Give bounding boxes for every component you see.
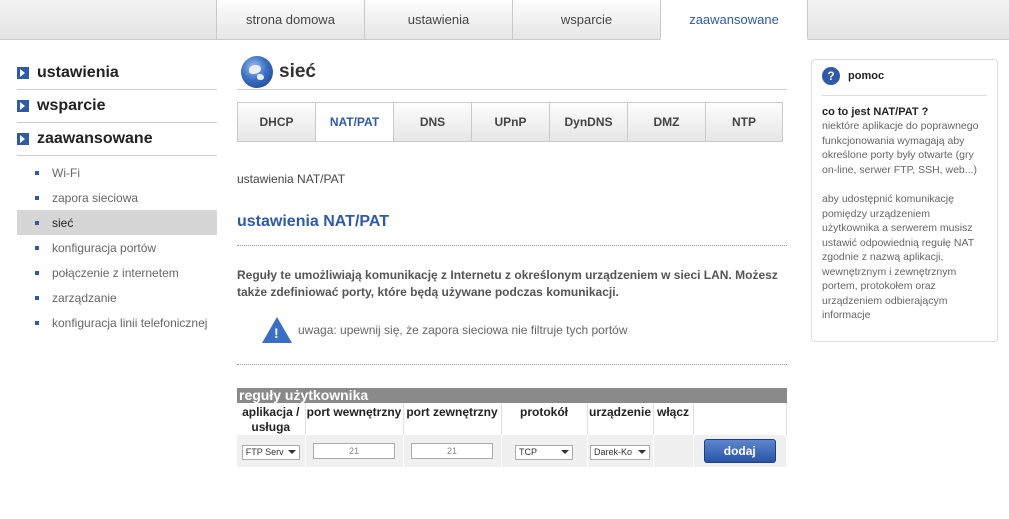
arrow-square-icon	[17, 133, 29, 145]
sidebar-item-internet-connection[interactable]: połączenie z internetem	[17, 260, 217, 285]
main-content: sieć DHCP NAT/PAT DNS UPnP DynDNS DMZ NT…	[237, 55, 787, 467]
arrow-square-icon	[17, 100, 29, 112]
add-button[interactable]: dodaj	[703, 439, 776, 463]
rules-table-title: reguły użytkownika	[237, 388, 787, 403]
sidebar: ustawienia wsparcie zaawansowane Wi-Fi z…	[17, 57, 217, 335]
sidebar-section-label: zaawansowane	[37, 130, 153, 147]
sidebar-section-settings[interactable]: ustawienia	[17, 57, 217, 90]
sidebar-item-label: zapora sieciowa	[52, 190, 139, 205]
help-paragraph: niektóre aplikacje do poprawnego funkcjo…	[822, 120, 979, 176]
sidebar-item-firewall[interactable]: zapora sieciowa	[17, 185, 217, 210]
subtab-dhcp[interactable]: DHCP	[237, 102, 315, 142]
device-select[interactable]: Darek-Ko	[590, 444, 650, 460]
help-panel: ? pomoc co to jest NAT/PAT ? niektóre ap…	[811, 59, 998, 342]
tab-home[interactable]: strona domowa	[216, 0, 364, 40]
chevron-down-icon	[638, 450, 646, 454]
tab-advanced[interactable]: zaawansowane	[660, 0, 808, 40]
sidebar-item-management[interactable]: zarządzanie	[17, 285, 217, 310]
external-port-input[interactable]: 21	[411, 443, 493, 459]
bullet-icon	[35, 270, 39, 275]
sidebar-subitems: Wi-Fi zapora sieciowa sieć konfiguracja …	[17, 160, 217, 335]
subtab-dns[interactable]: DNS	[393, 102, 471, 142]
chevron-down-icon	[561, 450, 569, 454]
enable-cell	[653, 435, 694, 467]
table-header-row: aplikacja / usługa port wewnętrzny port …	[237, 403, 787, 435]
main-nav: strona domowa ustawienia wsparcie zaawan…	[216, 0, 808, 40]
bullet-icon	[35, 195, 39, 200]
col-header-app: aplikacja / usługa	[237, 403, 306, 435]
sidebar-item-label: konfiguracja portów	[52, 240, 157, 255]
sub-tabs: DHCP NAT/PAT DNS UPnP DynDNS DMZ NTP	[237, 102, 783, 142]
protocol-select[interactable]: TCP	[515, 444, 573, 460]
table-row: FTP Serv 21 21 TCP Darek-Ko dodaj	[237, 435, 787, 467]
question-mark-icon: ?	[822, 67, 840, 85]
globe-icon	[241, 56, 273, 88]
top-bar: strona domowa ustawienia wsparcie zaawan…	[0, 0, 1009, 40]
tab-support[interactable]: wsparcie	[512, 0, 660, 40]
divider	[237, 245, 787, 246]
tab-settings[interactable]: ustawienia	[364, 0, 512, 40]
sidebar-item-phone-line[interactable]: konfiguracja linii telefonicznej	[17, 310, 217, 335]
section-title: ustawienia NAT/PAT	[237, 213, 390, 230]
page-header: sieć	[237, 55, 787, 90]
sidebar-section-advanced[interactable]: zaawansowane	[17, 123, 217, 156]
bullet-icon	[35, 320, 39, 325]
sidebar-section-support[interactable]: wsparcie	[17, 90, 217, 123]
app-select-value: FTP Serv	[245, 447, 284, 457]
page-title: sieć	[279, 61, 316, 82]
col-header-enable: włącz	[653, 403, 694, 435]
bullet-icon	[35, 295, 39, 300]
sidebar-item-network[interactable]: sieć	[17, 210, 217, 235]
col-header-port-ext: port zewnętrzny	[403, 403, 502, 435]
section-description: Reguły te umożliwiają komunikację z Inte…	[237, 268, 778, 299]
help-title: pomoc	[848, 70, 885, 82]
bullet-icon	[35, 170, 39, 175]
col-header-protocol: protokół	[501, 403, 588, 435]
sidebar-section-label: wsparcie	[37, 97, 106, 114]
divider	[237, 364, 787, 365]
subtab-nat-pat[interactable]: NAT/PAT	[315, 102, 393, 142]
subtab-dmz[interactable]: DMZ	[627, 102, 705, 142]
bullet-icon	[35, 245, 39, 250]
bullet-icon	[35, 220, 39, 225]
warning-icon: !	[262, 317, 292, 343]
col-header-action	[693, 403, 787, 435]
chevron-down-icon	[287, 450, 296, 454]
sidebar-item-port-config[interactable]: konfiguracja portów	[17, 235, 217, 260]
help-paragraph: aby udostępnić komunikację pomiędzy urzą…	[822, 193, 974, 321]
sidebar-item-label: sieć	[52, 215, 74, 230]
sidebar-item-label: połączenie z internetem	[52, 265, 179, 280]
help-header: ? pomoc	[822, 67, 987, 85]
sidebar-section-label: ustawienia	[37, 64, 119, 81]
subtab-dyndns[interactable]: DynDNS	[549, 102, 627, 142]
col-header-device: urządzenie	[587, 403, 654, 435]
device-select-value: Darek-Ko	[594, 447, 633, 457]
col-header-port-int: port wewnętrzny	[305, 403, 404, 435]
arrow-square-icon	[17, 67, 29, 79]
internal-port-input[interactable]: 21	[313, 443, 395, 459]
divider	[822, 95, 987, 96]
breadcrumb: ustawienia NAT/PAT	[237, 172, 346, 186]
help-question: co to jest NAT/PAT ?	[822, 106, 929, 118]
protocol-select-value: TCP	[519, 447, 537, 457]
sidebar-item-label: zarządzanie	[52, 290, 117, 305]
warning-text: uwaga: upewnij się, że zapora sieciowa n…	[298, 323, 628, 337]
user-rules-table: reguły użytkownika aplikacja / usługa po…	[237, 388, 787, 467]
sidebar-item-wifi[interactable]: Wi-Fi	[17, 160, 217, 185]
app-select[interactable]: FTP Serv	[241, 444, 300, 460]
subtab-upnp[interactable]: UPnP	[471, 102, 549, 142]
sidebar-item-label: konfiguracja linii telefonicznej	[52, 315, 208, 330]
warning-note: ! uwaga: upewnij się, że zapora sieciowa…	[262, 317, 628, 343]
sidebar-item-label: Wi-Fi	[52, 165, 80, 180]
subtab-ntp[interactable]: NTP	[705, 102, 783, 142]
